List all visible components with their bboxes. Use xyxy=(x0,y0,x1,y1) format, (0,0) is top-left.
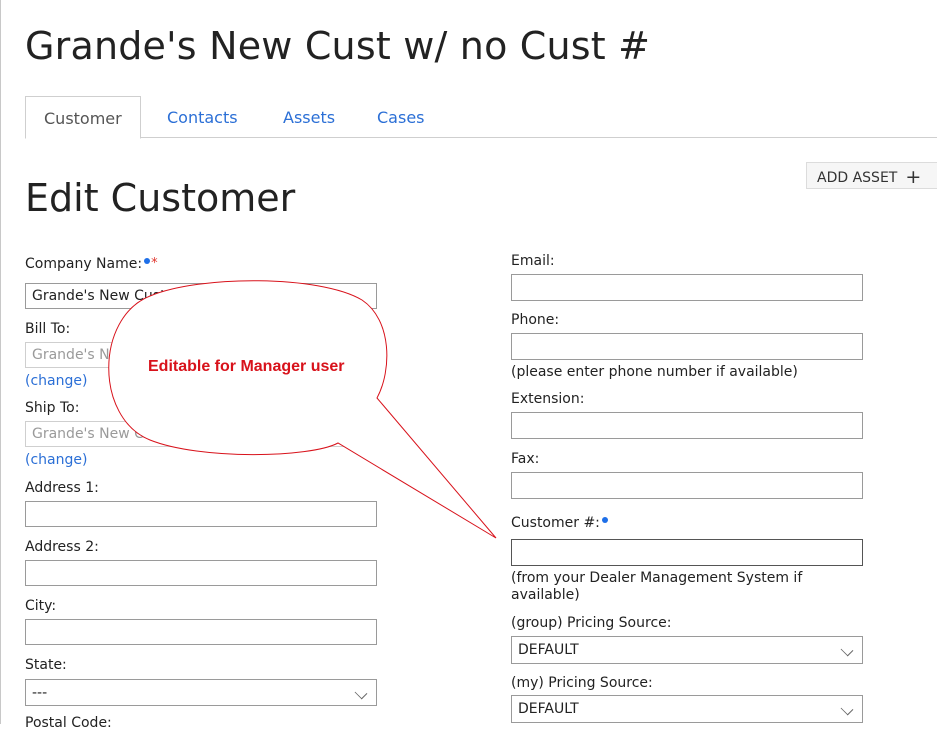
customer-number-hint-1: (from your Dealer Management System if xyxy=(511,570,803,586)
my-pricing-select[interactable]: DEFAULT xyxy=(511,695,863,723)
phone-hint: (please enter phone number if available) xyxy=(511,364,798,380)
chevron-down-icon xyxy=(354,686,368,700)
chevron-down-icon xyxy=(840,643,854,657)
address2-input[interactable] xyxy=(25,560,377,586)
my-pricing-label: (my) Pricing Source: xyxy=(511,675,653,691)
extension-label: Extension: xyxy=(511,391,585,407)
tab-cases[interactable]: Cases xyxy=(377,96,425,137)
add-asset-label: ADD ASSET xyxy=(817,170,898,186)
bill-to-label: Bill To: xyxy=(25,321,71,337)
customer-number-input[interactable] xyxy=(511,539,863,566)
ship-to-input xyxy=(25,421,377,447)
plus-icon: + xyxy=(905,166,922,188)
address1-label: Address 1: xyxy=(25,480,99,496)
my-pricing-value: DEFAULT xyxy=(518,701,579,717)
left-border xyxy=(0,0,1,724)
ship-to-change-link[interactable]: (change) xyxy=(25,452,87,468)
company-name-label: Company Name: * xyxy=(25,256,158,272)
address1-input[interactable] xyxy=(25,501,377,527)
city-input[interactable] xyxy=(25,619,377,645)
customer-number-label: Customer #: xyxy=(511,515,608,531)
callout-text: Editable for Manager user xyxy=(148,358,345,375)
city-label: City: xyxy=(25,598,57,614)
phone-label: Phone: xyxy=(511,312,560,328)
state-select-value: --- xyxy=(32,685,48,701)
group-pricing-label: (group) Pricing Source: xyxy=(511,615,672,631)
address2-label: Address 2: xyxy=(25,539,99,555)
tab-contacts[interactable]: Contacts xyxy=(167,96,238,137)
page-title: Grande's New Cust w/ no Cust # xyxy=(25,24,651,68)
email-label: Email: xyxy=(511,253,555,269)
required-dot-icon xyxy=(601,517,608,523)
email-input[interactable] xyxy=(511,274,863,301)
customer-number-hint-2: available) xyxy=(511,587,580,603)
required-dot-icon xyxy=(144,258,151,264)
postal-code-label: Postal Code: xyxy=(25,715,112,731)
group-pricing-value: DEFAULT xyxy=(518,642,579,658)
required-star: * xyxy=(151,256,158,271)
section-title: Edit Customer xyxy=(25,176,296,220)
chevron-down-icon xyxy=(840,702,854,716)
callout-shape xyxy=(108,280,497,539)
bill-to-change-link[interactable]: (change) xyxy=(25,373,87,389)
add-asset-button[interactable]: ADD ASSET + xyxy=(806,162,937,189)
extension-input[interactable] xyxy=(511,412,863,439)
tab-customer[interactable]: Customer xyxy=(25,96,141,139)
ship-to-label: Ship To: xyxy=(25,400,80,416)
tab-assets[interactable]: Assets xyxy=(283,96,335,137)
company-name-input[interactable] xyxy=(25,283,377,309)
fax-input[interactable] xyxy=(511,472,863,499)
phone-input[interactable] xyxy=(511,333,863,360)
tab-bar: Customer Contacts Assets Cases xyxy=(25,96,937,139)
state-label: State: xyxy=(25,657,67,673)
fax-label: Fax: xyxy=(511,451,540,467)
state-select[interactable]: --- xyxy=(25,679,377,706)
group-pricing-select[interactable]: DEFAULT xyxy=(511,636,863,664)
